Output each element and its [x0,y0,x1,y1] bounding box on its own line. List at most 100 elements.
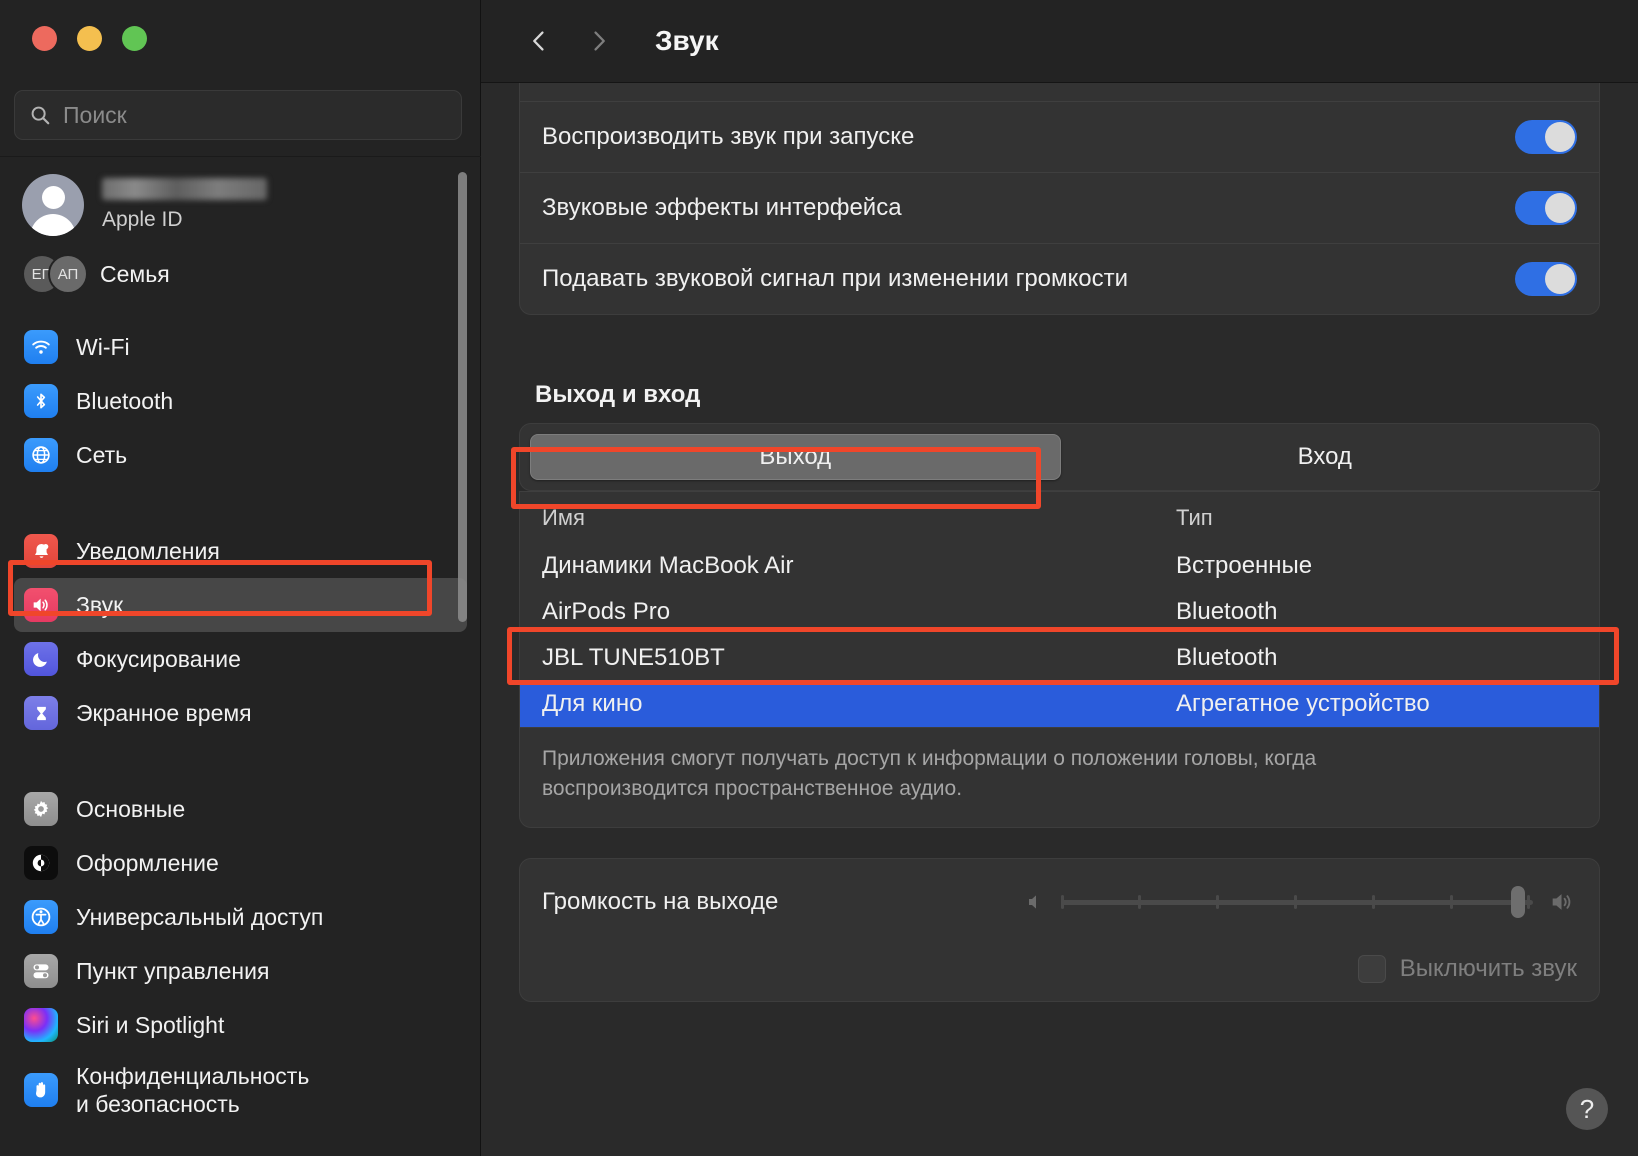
sidebar-item-control-center[interactable]: Пункт управления [14,944,467,998]
zoom-button[interactable] [122,26,147,51]
device-table: Имя Тип Динамики MacBook Air Встроенные … [519,491,1600,728]
settings-content[interactable]: Воспроизводить звук при запуске Звуковые… [481,83,1638,1156]
speaker-low-icon [1029,895,1036,909]
sidebar-item-family[interactable]: ЕП АП Семья [0,244,481,304]
help-button[interactable]: ? [1566,1088,1608,1130]
appearance-contrast-icon [24,846,58,880]
device-name: JBL TUNE510BT [542,644,725,671]
toggle-row-ui-sound-effects[interactable]: Звуковые эффекты интерфейса [520,172,1599,243]
device-name: Динамики MacBook Air [542,552,794,579]
device-type: Bluetooth [1176,598,1278,625]
search-input[interactable] [63,101,447,129]
sidebar-item-label: Универсальный доступ [76,903,324,930]
chevron-right-icon [594,31,605,51]
close-button[interactable] [32,26,57,51]
sidebar-item-wifi[interactable]: Wi-Fi [14,320,467,374]
sidebar-scrollbar[interactable] [458,172,467,622]
bluetooth-icon [24,384,58,418]
mute-row[interactable]: Выключить звук [542,945,1577,1001]
sidebar: Apple ID ЕП АП Семья [0,0,481,1156]
device-name: AirPods Pro [542,598,671,625]
sidebar-item-appearance[interactable]: Оформление [14,836,467,890]
sidebar-item-label: Конфиденциальность и безопасность [76,1062,309,1118]
page-title: Звук [655,25,719,56]
spatial-audio-note: Приложения смогут получать доступ к инфо… [519,728,1600,828]
toggle-label: Звуковые эффекты интерфейса [542,194,902,221]
sidebar-item-screen-time[interactable]: Экранное время [14,686,467,740]
device-type: Bluetooth [1176,644,1278,671]
sidebar-item-label: Сеть [76,441,128,468]
table-row[interactable]: JBL TUNE510BT Bluetooth [520,635,1599,681]
wifi-icon [24,330,58,364]
search-field[interactable] [14,90,462,140]
sidebar-item-label: Оформление [76,849,219,876]
sidebar-item-focus[interactable]: Фокусирование [14,632,467,686]
minimize-button[interactable] [77,26,102,51]
speaker-high-icon [1552,893,1571,910]
account-subtitle: Apple ID [102,208,183,231]
network-globe-icon [24,438,58,472]
family-label: Семья [100,260,170,287]
sidebar-item-label: Bluetooth [76,387,174,414]
io-section-title: Выход и вход [535,381,701,408]
main-panel: Звук Воспроизводить звук при запуске Зву… [481,0,1638,1156]
sidebar-divider [0,156,481,157]
ui-sound-effects-toggle[interactable] [1515,191,1577,225]
sidebar-scroll-area[interactable]: Apple ID ЕП АП Семья Wi-Fi Bluetooth Сет… [0,158,481,1156]
sidebar-item-label: Фокусирование [76,645,241,672]
column-header-name: Имя [542,504,585,530]
sound-options-card: Воспроизводить звук при запуске Звуковые… [519,83,1600,315]
device-type: Агрегатное устройство [1176,690,1430,717]
sidebar-group-system: Уведомления Звук Фокусирование Экранное … [0,524,481,740]
sidebar-item-label: Уведомления [76,537,220,564]
sidebar-item-network[interactable]: Сеть [14,428,467,482]
sidebar-item-privacy-security[interactable]: Конфиденциальность и безопасность [14,1052,467,1128]
privacy-label-line-1: Конфиденциальность [76,1062,310,1089]
sidebar-item-notifications[interactable]: Уведомления [14,524,467,578]
chevron-left-icon [533,31,544,51]
general-gear-icon [24,792,58,826]
note-line-2: воспроизводится пространственное аудио. [542,777,963,801]
tab-output[interactable]: Выход [530,434,1061,480]
traffic-lights [32,26,147,51]
note-line-1: Приложения смогут получать доступ к инфо… [542,747,1317,770]
account-name-redacted [102,178,267,200]
mute-checkbox[interactable] [1357,954,1386,983]
privacy-label-line-2: и безопасность [76,1091,240,1117]
help-question-icon: ? [1579,1093,1595,1124]
output-volume-label: Громкость на выходе [542,887,779,915]
sidebar-group-network: Wi-Fi Bluetooth Сеть [0,320,481,482]
output-volume-slider[interactable] [1061,885,1533,918]
titlebar: Звук [481,0,1638,83]
table-row[interactable]: Динамики MacBook Air Встроенные [520,543,1599,589]
volume-feedback-toggle[interactable] [1515,262,1577,296]
device-table-header: Имя Тип [520,491,1599,543]
table-row[interactable]: AirPods Pro Bluetooth [520,589,1599,635]
toggle-row-startup-sound[interactable]: Воспроизводить звук при запуске [520,101,1599,172]
sidebar-item-label: Экранное время [76,699,252,726]
startup-sound-toggle[interactable] [1515,120,1577,154]
device-type: Встроенные [1176,552,1313,579]
sidebar-item-bluetooth[interactable]: Bluetooth [14,374,467,428]
sidebar-item-sound[interactable]: Звук [14,578,467,632]
avatar [22,174,84,236]
sidebar-item-accessibility[interactable]: Универсальный доступ [14,890,467,944]
toggle-label: Подавать звуковой сигнал при изменении г… [542,265,1129,292]
tab-input[interactable]: Вход [1061,434,1590,480]
sidebar-item-general[interactable]: Основные [14,782,467,836]
volume-slider-thumb[interactable] [1511,885,1525,918]
focus-moon-icon [24,642,58,676]
accessibility-icon [24,900,58,934]
back-button[interactable] [519,21,559,61]
table-row-selected[interactable]: Для кино Агрегатное устройство [520,681,1599,727]
apple-id-item[interactable]: Apple ID [0,166,481,244]
privacy-hand-icon [24,1073,58,1107]
toggle-row-volume-feedback[interactable]: Подавать звуковой сигнал при изменении г… [520,243,1599,314]
io-segmented-control[interactable]: Выход Вход [519,423,1600,491]
mute-label: Выключить звук [1399,954,1577,982]
forward-button[interactable] [579,21,619,61]
sidebar-item-label: Звук [76,591,124,618]
control-center-icon [24,954,58,988]
sidebar-item-siri-spotlight[interactable]: Siri и Spotlight [14,998,467,1052]
family-avatars: ЕП АП [22,254,88,294]
